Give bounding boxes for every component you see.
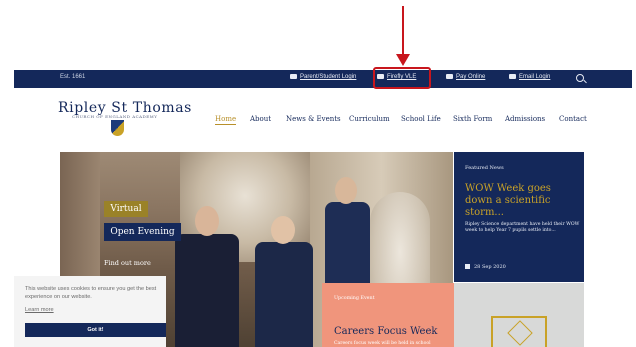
hero-pupil [255, 216, 313, 347]
upcoming-event-panel[interactable]: Upcoming Event Careers Focus Week Career… [322, 283, 454, 347]
hero-find-out-more-link[interactable]: Find out more [104, 259, 151, 267]
nav-admissions[interactable]: Admissions [505, 115, 545, 123]
nav-news-events[interactable]: News & Events [286, 115, 341, 123]
cookie-text: This website uses cookies to ensure you … [25, 286, 157, 300]
nav-curriculum[interactable]: Curriculum [349, 115, 390, 123]
nav-about[interactable]: About [250, 115, 271, 123]
established-text: Est. 1661 [60, 74, 86, 80]
hero-pupil [175, 206, 239, 347]
hero-heading[interactable]: Open Evening [104, 223, 181, 241]
school-logo-subtitle: CHURCH OF ENGLAND ACADEMY [72, 114, 158, 119]
nav-contact[interactable]: Contact [559, 115, 587, 123]
nav-sixth-form[interactable]: Sixth Form [453, 115, 492, 123]
featured-news-date: 28 Sep 2020 [465, 264, 506, 270]
cookie-learn-more-link[interactable]: Learn more [25, 307, 54, 313]
featured-news-body: Ripley Science department have held thei… [465, 222, 580, 234]
cookie-banner: This website uses cookies to ensure you … [14, 276, 166, 347]
nav-school-life[interactable]: School Life [401, 115, 441, 123]
parent-student-login-link[interactable]: Parent/Student Login [290, 74, 356, 80]
school-crest-icon[interactable] [111, 120, 124, 136]
top-utility-bar: Est. 1661 Parent/Student Login Firefly V… [14, 70, 632, 88]
upcoming-event-title[interactable]: Careers Focus Week [334, 326, 437, 337]
pay-online-link[interactable]: Pay Online [446, 74, 485, 80]
card-icon [446, 74, 453, 79]
annotation-arrow-head [396, 54, 410, 66]
calendar-icon [465, 264, 470, 269]
users-icon [290, 74, 297, 79]
cookie-accept-button[interactable]: Got it! [25, 323, 166, 337]
featured-news-panel[interactable]: Featured News WOW Week goes down a scien… [454, 152, 584, 282]
annotation-highlight-box [373, 67, 431, 89]
search-icon[interactable] [576, 74, 584, 82]
featured-news-label: Featured News [465, 165, 504, 171]
upcoming-event-body: Careers focus week will be held in schoo… [334, 341, 431, 346]
hero-tag: Virtual [104, 201, 148, 217]
email-login-link[interactable]: Email Login [509, 74, 550, 80]
mail-icon [509, 74, 516, 79]
upcoming-event-label: Upcoming Event [334, 296, 375, 301]
featured-news-title[interactable]: WOW Week goes down a scientific storm... [465, 183, 577, 219]
school-emblem-icon [491, 316, 547, 347]
annotation-arrow [402, 6, 404, 56]
emblem-panel [454, 283, 584, 347]
nav-home[interactable]: Home [215, 115, 237, 125]
